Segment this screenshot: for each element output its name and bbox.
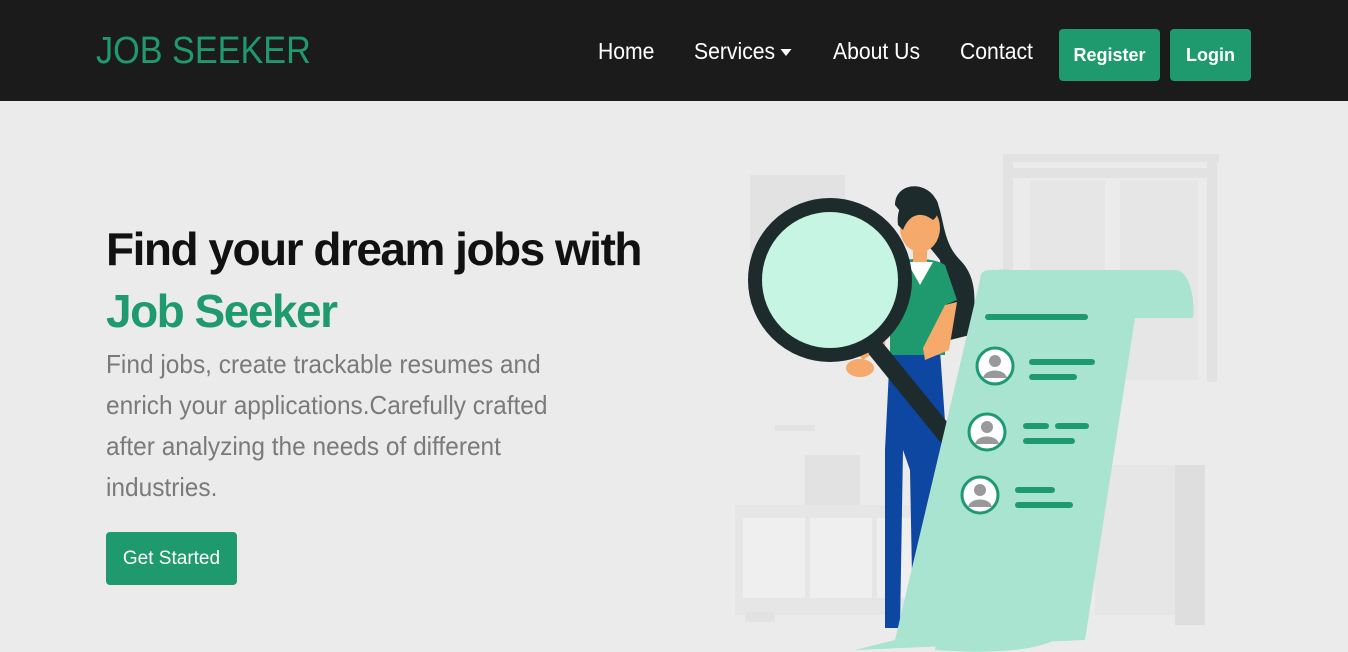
woman-neck: [913, 248, 927, 262]
get-started-button[interactable]: Get Started: [106, 532, 237, 585]
register-button[interactable]: Register: [1059, 29, 1160, 81]
hero-title-accent: Job Seeker: [106, 285, 338, 337]
hero-illustration: [735, 154, 1219, 652]
hero-title: Find your dream jobs with Job Seeker: [106, 218, 666, 342]
nav-services-label: Services: [694, 38, 776, 64]
hero-subtitle: Find jobs, create trackable resumes and …: [106, 349, 548, 502]
nav-home[interactable]: Home: [598, 38, 654, 65]
nav-services[interactable]: Services: [694, 38, 792, 65]
nav-about[interactable]: About Us: [833, 38, 920, 65]
hero-title-main: Find your dream jobs with: [106, 223, 642, 275]
nav-contact[interactable]: Contact: [960, 38, 1033, 65]
woman-hand: [846, 359, 874, 377]
brand-logo[interactable]: JOB SEEKER: [96, 30, 311, 73]
caret-down-icon: [780, 49, 792, 56]
login-button[interactable]: Login: [1170, 29, 1251, 81]
navbar: JOB SEEKER Home Services About Us Contac…: [0, 0, 1348, 101]
